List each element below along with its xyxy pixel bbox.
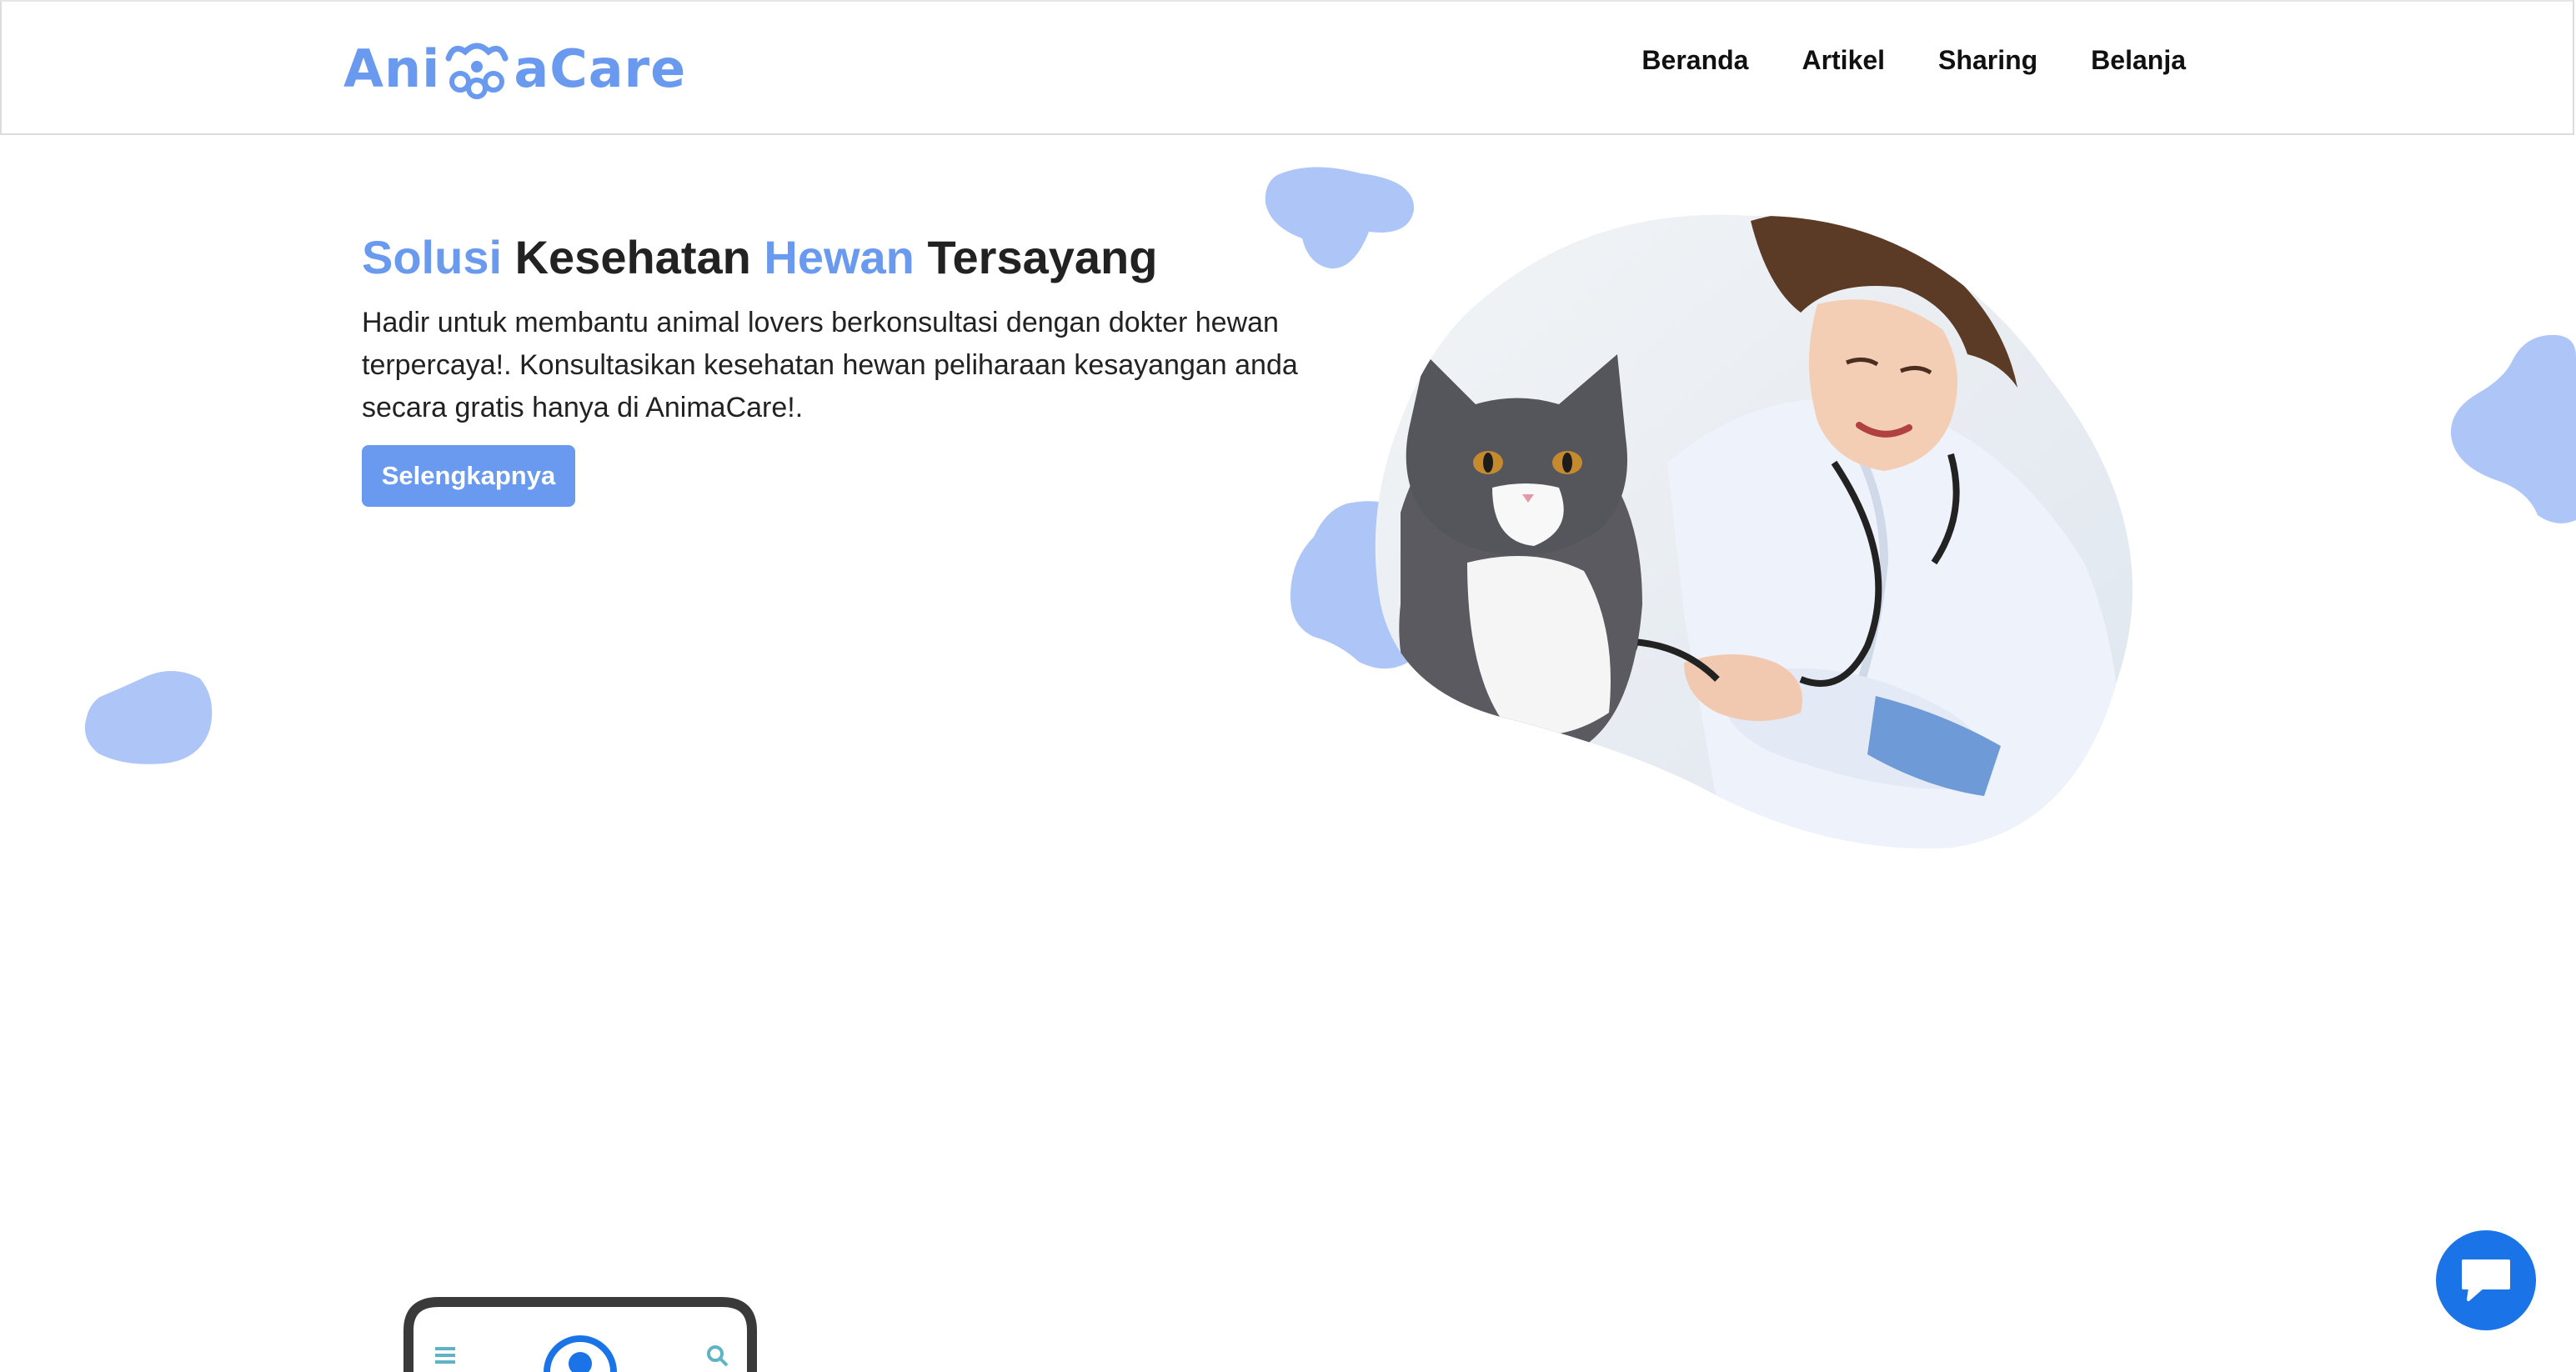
hero-title-word-kesehatan: Kesehatan: [514, 231, 751, 283]
brand-name-part1: Ani: [343, 38, 441, 99]
decor-blob-left: [84, 671, 213, 764]
phone-mockup: [403, 1297, 757, 1372]
hero-title-word-solusi: Solusi: [362, 231, 503, 283]
chat-bubble-icon: [2462, 1259, 2510, 1301]
brand-name-part2: aCare: [514, 38, 687, 99]
menu-icon: [435, 1347, 455, 1364]
chat-button[interactable]: [2436, 1230, 2536, 1330]
decor-blob-right: [2450, 334, 2576, 523]
hero-title-word-tersayang: Tersayang: [927, 231, 1158, 283]
nav-links: Beranda Artikel Sharing Belanja: [1641, 45, 2186, 76]
nav-item-beranda[interactable]: Beranda: [1641, 45, 1748, 76]
brand-logo[interactable]: Ani aCare: [343, 35, 686, 102]
nav-item-artikel[interactable]: Artikel: [1802, 45, 1885, 76]
vet-with-cat-illustration: [1375, 214, 2132, 849]
nav-item-belanja[interactable]: Belanja: [2091, 45, 2186, 76]
selengkapnya-button[interactable]: Selengkapnya: [362, 445, 575, 507]
hero-title-word-hewan: Hewan: [764, 231, 915, 283]
nav-item-sharing[interactable]: Sharing: [1938, 45, 2037, 76]
hero-description: Hadir untuk membantu animal lovers berko…: [362, 307, 1298, 423]
hero-title: Solusi Kesehatan Hewan Tersayang: [362, 230, 1157, 284]
navbar: Ani aCare Beranda Artikel Sharing Belanj…: [0, 0, 2574, 135]
paw-icon: [445, 43, 509, 99]
